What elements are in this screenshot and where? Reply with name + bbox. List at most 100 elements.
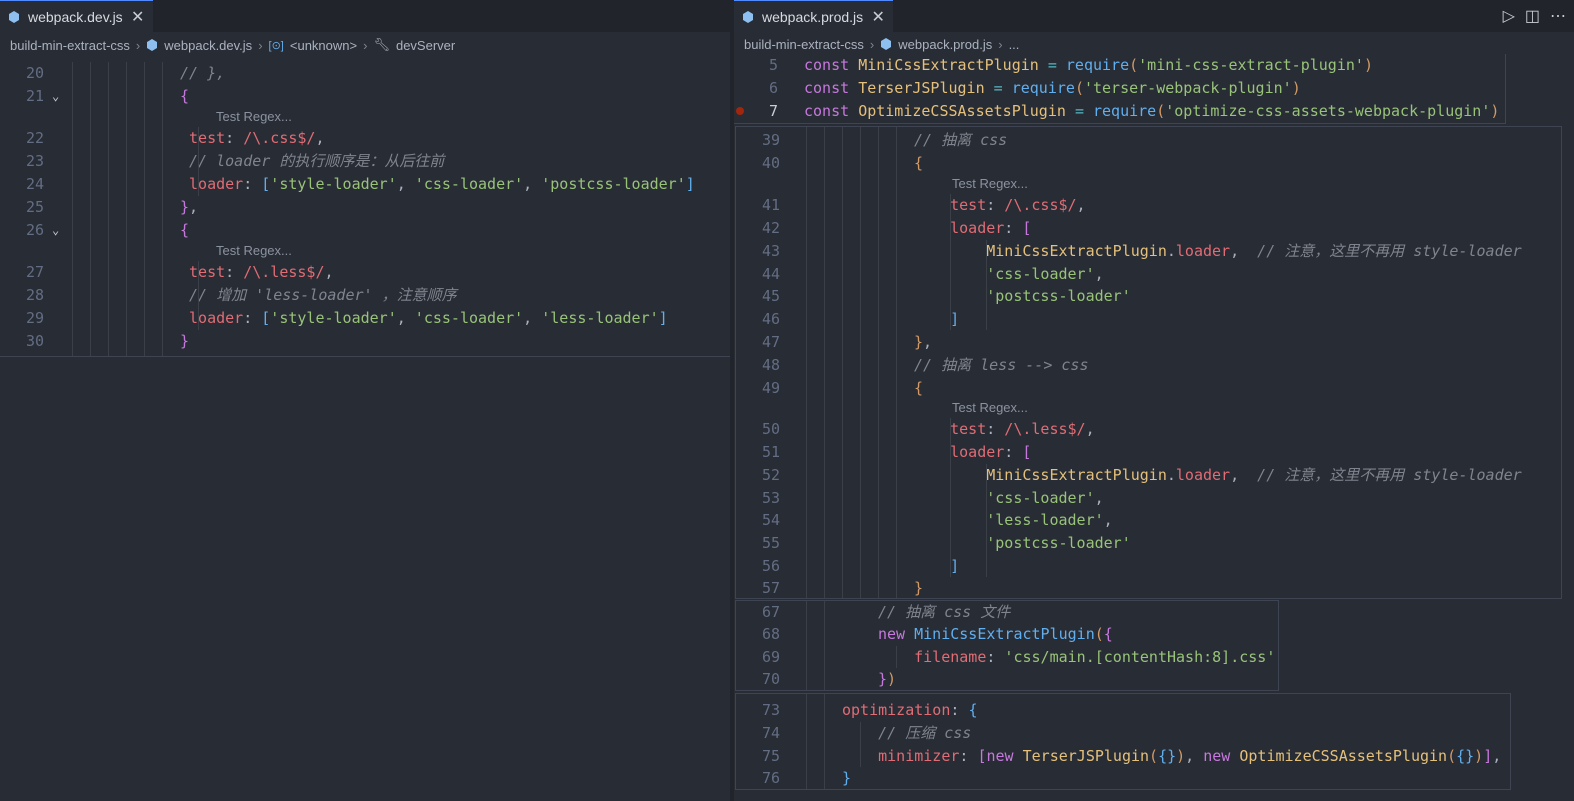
breadcrumb-property[interactable]: devServer — [396, 38, 455, 53]
code-token: = — [993, 79, 1003, 97]
code-token: 'postcss-loader' — [986, 534, 1131, 552]
code-token: [ — [1022, 219, 1032, 237]
code-line: MiniCssExtractPlugin.loader, // 注意，这里不再用… — [986, 464, 1521, 486]
code-token: // 注意，这里不再用 style-loader — [1257, 242, 1522, 260]
code-token: , — [396, 175, 415, 193]
line-number: 55 — [761, 534, 780, 552]
code-snippet-rules[interactable]: 39 // 抽离 css 40 {41 test: /\.css$/, 42 loader:… — [735, 126, 1562, 599]
code-line: minimizer: [new TerserJSPlugin({}), new … — [878, 745, 1501, 767]
code-token: : — [225, 263, 244, 281]
code-token: , — [1094, 265, 1104, 283]
code-token: test — [189, 263, 226, 281]
codelens-test-regex[interactable]: Test Regex... — [952, 174, 1028, 194]
code-token: ( — [1149, 747, 1159, 765]
code-line: // 抽离 css — [914, 129, 1007, 151]
more-icon[interactable]: ⋯ — [1550, 6, 1566, 26]
breadcrumb-file[interactable]: webpack.dev.js — [164, 38, 252, 53]
code-token: } — [914, 579, 924, 597]
codelens-test-regex[interactable]: Test Regex... — [216, 107, 292, 127]
code-token: 'less-loader' — [541, 309, 659, 327]
code-token: : — [986, 196, 1005, 214]
run-icon[interactable]: ▷ — [1503, 6, 1515, 26]
code-snippet-optimization[interactable]: 73 optimization: {74// 压缩 css 75 minimizer:… — [735, 693, 1511, 790]
chevron-right-icon: › — [135, 37, 141, 53]
code-line: ] — [950, 555, 959, 577]
code-token: , — [1230, 242, 1258, 260]
code-line: test: /\.css$/, — [189, 127, 324, 149]
code-snippet-plugins[interactable]: 67 // 抽离 css 文件 68 new MiniCssExtractPlugin… — [735, 600, 1279, 691]
close-icon[interactable]: ✕ — [871, 7, 885, 27]
codelens-test-regex[interactable]: Test Regex... — [952, 398, 1028, 418]
code-token: , — [1085, 420, 1095, 438]
code-token: } — [842, 769, 852, 787]
code-token: 'postcss-loader' — [986, 287, 1131, 305]
code-token: 'postcss-loader' — [541, 175, 686, 193]
breadcrumb-symbol[interactable]: <unknown> — [290, 38, 357, 53]
code-token: require — [1093, 102, 1157, 120]
code-token: {} — [1158, 747, 1177, 765]
code-line: ] — [950, 308, 959, 330]
js-file-icon — [147, 39, 158, 51]
code-token: [ — [261, 175, 271, 193]
breadcrumb-folder[interactable]: build-min-extract-css — [10, 38, 130, 53]
code-token: TerserJSPlugin — [1022, 747, 1150, 765]
js-file-icon — [9, 10, 19, 23]
chevron-right-icon: › — [258, 37, 263, 53]
js-file-icon — [743, 10, 753, 23]
code-token: { — [180, 221, 190, 239]
chevron-down-icon[interactable]: ⌄ — [52, 89, 59, 103]
left-code-area[interactable]: 20 // }, 21 {⌄ 22 test: /\.css$/, 23 // loader … — [0, 62, 730, 356]
close-icon[interactable]: ✕ — [131, 7, 145, 27]
code-line: test: /\.less$/, — [189, 261, 334, 283]
indent-guide — [198, 261, 199, 330]
code-token: 'mini-css-extract-plugin' — [1138, 56, 1364, 74]
code-token: 'css-loader' — [414, 175, 524, 193]
breadcrumb-folder[interactable]: build-min-extract-css — [744, 37, 864, 52]
line-number: 53 — [761, 489, 780, 507]
right-header-code[interactable]: 5 const MiniCssExtractPlugin = require('m… — [734, 54, 1506, 124]
code-line: 'css-loader', — [986, 487, 1103, 509]
chevron-down-icon[interactable]: ⌄ — [52, 223, 59, 237]
code-line: test: /\.less$/, — [950, 418, 1095, 440]
line-number: 25 — [25, 198, 44, 216]
breadcrumb-ellipsis[interactable]: ... — [1009, 37, 1020, 52]
code-line: 'css-loader', — [986, 263, 1103, 285]
code-token: } — [914, 333, 924, 351]
code-token: ( — [1447, 747, 1457, 765]
codelens-test-regex[interactable]: Test Regex... — [216, 241, 292, 261]
code-token: new — [878, 625, 915, 643]
code-token: // loader 的执行顺序是：从后往前 — [189, 152, 445, 170]
code-token: = — [1074, 102, 1084, 120]
indent-guide — [986, 240, 987, 330]
code-token: require — [1011, 79, 1075, 97]
breakpoint-icon[interactable] — [736, 107, 744, 115]
breadcrumb-file[interactable]: webpack.prod.js — [898, 37, 992, 52]
js-file-icon — [881, 38, 892, 50]
code-line: const MiniCssExtractPlugin = require('mi… — [804, 54, 1373, 76]
line-number: 21 — [25, 87, 44, 105]
line-number: 24 — [25, 175, 44, 193]
tab-webpack-prod[interactable]: webpack.prod.js ✕ — [734, 0, 894, 32]
code-token: 'terser-webpack-plugin' — [1083, 79, 1292, 97]
code-token: 'style-loader' — [270, 175, 397, 193]
code-token: , — [396, 309, 415, 327]
code-token: { — [968, 701, 978, 719]
split-editor-icon[interactable]: ◫ — [1525, 6, 1540, 26]
code-token: { — [914, 154, 924, 172]
indent-guide — [878, 127, 879, 598]
code-token: filename — [914, 648, 987, 666]
code-token: { — [180, 87, 190, 105]
tab-webpack-dev[interactable]: webpack.dev.js ✕ — [0, 0, 153, 32]
line-number: 6 — [768, 79, 778, 97]
code-token: : — [1004, 219, 1023, 237]
code-token: TerserJSPlugin — [858, 79, 985, 97]
line-number: 52 — [761, 466, 780, 484]
line-number: 47 — [761, 333, 780, 351]
code-token: loader — [950, 219, 1005, 237]
code-token: // 压缩 css — [878, 724, 972, 742]
code-token: minimizer — [878, 747, 960, 765]
line-number: 56 — [761, 557, 780, 575]
code-token: ( — [1094, 625, 1104, 643]
